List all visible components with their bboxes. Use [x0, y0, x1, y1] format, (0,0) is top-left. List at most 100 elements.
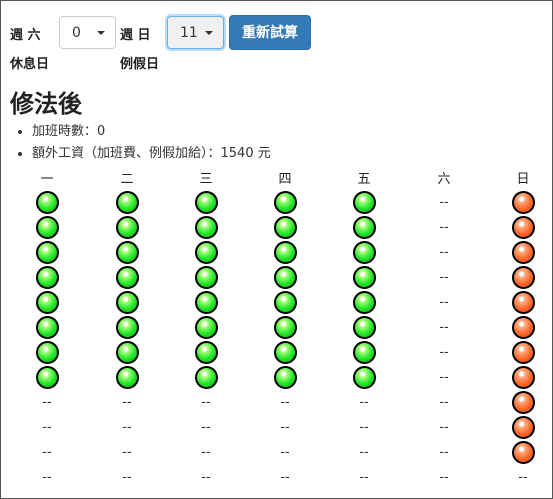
off-day-hour-ball-icon	[512, 191, 535, 214]
worked-hour-ball-icon	[116, 241, 139, 264]
worked-hour-ball-icon	[116, 366, 139, 389]
hour-cell	[344, 315, 384, 340]
day-header: 四	[278, 172, 292, 187]
worked-hour-ball-icon	[36, 316, 59, 339]
off-day-caption: 例假日	[120, 57, 160, 72]
hour-cell	[107, 290, 147, 315]
hour-cell	[107, 265, 147, 290]
worked-hour-ball-icon	[353, 291, 376, 314]
off-day-hours-value: 11	[180, 25, 198, 41]
worked-hour-ball-icon	[116, 316, 139, 339]
worked-hour-ball-icon	[195, 191, 218, 214]
hour-cell	[265, 190, 305, 215]
worked-hour-ball-icon	[36, 366, 59, 389]
extra-wage-item: 額外工資（加班費、例假加給）：1540 元	[32, 143, 271, 165]
off-day-hour-ball-icon	[512, 216, 535, 239]
worked-hour-ball-icon	[274, 316, 297, 339]
hour-cell	[503, 340, 543, 365]
worked-hour-ball-icon	[195, 316, 218, 339]
hour-cell	[344, 340, 384, 365]
hour-cell	[503, 290, 543, 315]
hour-cell	[186, 290, 226, 315]
hour-cell	[344, 290, 384, 315]
hour-cell	[27, 365, 67, 390]
rest-day-hours-select[interactable]: 0	[59, 16, 116, 49]
day-header: 二	[120, 172, 134, 187]
worked-hour-ball-icon	[195, 266, 218, 289]
hour-cell	[186, 190, 226, 215]
off-day-hours-select[interactable]: 11	[167, 16, 224, 49]
hour-cell	[265, 265, 305, 290]
worked-hour-ball-icon	[116, 341, 139, 364]
off-day-hour-ball-icon	[512, 266, 535, 289]
day-header: 日	[516, 172, 530, 187]
worked-hour-ball-icon	[353, 191, 376, 214]
worked-hour-ball-icon	[116, 191, 139, 214]
worked-hour-ball-icon	[116, 266, 139, 289]
hour-cell	[27, 340, 67, 365]
hour-cell	[27, 215, 67, 240]
hour-cell	[503, 415, 543, 440]
hour-cell	[265, 365, 305, 390]
hour-cell	[265, 340, 305, 365]
overtime-hours-item: 加班時數：0	[32, 121, 271, 143]
empty-hour-cell: --	[201, 470, 211, 485]
empty-hour-cell: --	[439, 470, 449, 485]
day-header: 一	[40, 172, 54, 187]
hour-cell	[503, 240, 543, 265]
empty-hour-cell: --	[439, 395, 449, 410]
empty-hour-cell: --	[359, 420, 369, 435]
worked-hour-ball-icon	[274, 366, 297, 389]
worked-hour-ball-icon	[353, 316, 376, 339]
hour-cell	[186, 315, 226, 340]
hour-cell	[27, 265, 67, 290]
recalculate-button[interactable]: 重新試算	[229, 15, 311, 50]
empty-hour-cell: --	[122, 470, 132, 485]
hour-cell	[503, 365, 543, 390]
hour-cell	[27, 290, 67, 315]
worked-hour-ball-icon	[274, 191, 297, 214]
hour-cell	[107, 365, 147, 390]
hour-cell	[186, 365, 226, 390]
empty-hour-cell: --	[280, 420, 290, 435]
worked-hour-ball-icon	[116, 291, 139, 314]
empty-hour-cell: --	[518, 470, 528, 485]
worked-hour-ball-icon	[353, 241, 376, 264]
day-header: 六	[437, 172, 451, 187]
hour-cell	[265, 290, 305, 315]
worked-hour-ball-icon	[195, 216, 218, 239]
hour-cell	[344, 190, 384, 215]
hour-cell	[503, 265, 543, 290]
empty-hour-cell: --	[439, 295, 449, 310]
hour-cell	[503, 315, 543, 340]
off-day-hour-ball-icon	[512, 366, 535, 389]
result-summary: 加班時數：0 額外工資（加班費、例假加給）：1540 元	[32, 121, 271, 165]
controls-bar: 週 六 休息日 0 週 日 例假日 11 重新試算	[10, 15, 330, 75]
hour-cell	[27, 190, 67, 215]
hour-cell	[186, 240, 226, 265]
rest-day-hours-value: 0	[72, 25, 81, 41]
off-day-hour-ball-icon	[512, 241, 535, 264]
hour-cell	[344, 265, 384, 290]
hour-cell	[107, 315, 147, 340]
day-header: 五	[357, 172, 371, 187]
empty-hour-cell: --	[359, 395, 369, 410]
empty-hour-cell: --	[280, 395, 290, 410]
worked-hour-ball-icon	[195, 291, 218, 314]
hour-cell	[107, 240, 147, 265]
empty-hour-cell: --	[280, 470, 290, 485]
worked-hour-ball-icon	[274, 341, 297, 364]
empty-hour-cell: --	[439, 195, 449, 210]
empty-hour-cell: --	[439, 220, 449, 235]
empty-hour-cell: --	[201, 395, 211, 410]
hour-cell	[265, 240, 305, 265]
worked-hour-ball-icon	[195, 241, 218, 264]
hour-cell	[503, 440, 543, 465]
off-day-hour-ball-icon	[512, 391, 535, 414]
empty-hour-cell: --	[439, 370, 449, 385]
hour-cell	[503, 390, 543, 415]
hour-cell	[107, 190, 147, 215]
empty-hour-cell: --	[42, 420, 52, 435]
hour-cell	[344, 240, 384, 265]
worked-hour-ball-icon	[274, 216, 297, 239]
